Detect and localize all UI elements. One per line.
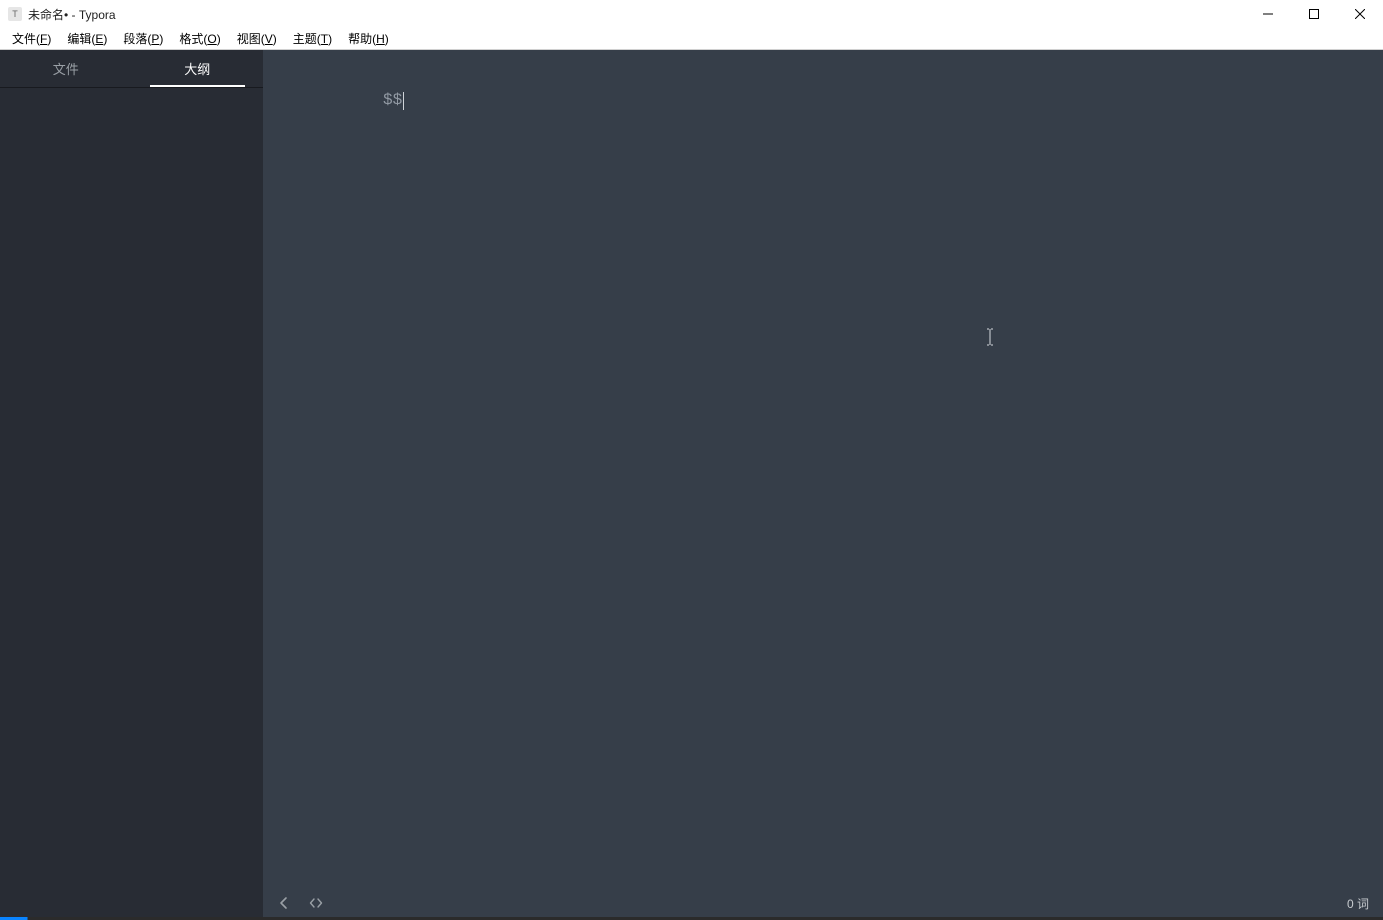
- editor-content: $$: [383, 88, 402, 114]
- statusbar: 0 词: [263, 889, 1383, 917]
- back-button[interactable]: [277, 896, 291, 910]
- menubar: 文件(F) 编辑(E) 段落(P) 格式(O) 视图(V) 主题(T) 帮助(H…: [0, 28, 1383, 50]
- text-cursor: [403, 92, 404, 110]
- window-title: 未命名• - Typora: [28, 6, 116, 23]
- source-code-toggle[interactable]: [309, 896, 323, 910]
- word-count[interactable]: 0 词: [1347, 895, 1369, 912]
- window-controls: [1245, 0, 1383, 28]
- menu-theme[interactable]: 主题(T): [285, 28, 340, 49]
- sidebar-tab-label: 大纲: [184, 59, 210, 78]
- editor-wrap: $$ 0 词: [263, 50, 1383, 917]
- sidebar-tab-label: 文件: [53, 59, 79, 78]
- minimize-button[interactable]: [1245, 0, 1291, 28]
- menu-paragraph[interactable]: 段落(P): [115, 28, 171, 49]
- window-titlebar: T 未命名• - Typora: [0, 0, 1383, 28]
- status-left: [277, 896, 323, 910]
- menu-view[interactable]: 视图(V): [229, 28, 285, 49]
- app-icon: T: [8, 7, 22, 21]
- editor-line[interactable]: $$: [383, 88, 1263, 114]
- menu-edit[interactable]: 编辑(E): [59, 28, 115, 49]
- close-button[interactable]: [1337, 0, 1383, 28]
- menu-format[interactable]: 格式(O): [171, 28, 228, 49]
- menu-file[interactable]: 文件(F): [4, 28, 59, 49]
- sidebar-tab-files[interactable]: 文件: [0, 50, 132, 87]
- maximize-button[interactable]: [1291, 0, 1337, 28]
- main-split: 文件 大纲 $$: [0, 50, 1383, 917]
- editor-area[interactable]: $$: [263, 50, 1383, 889]
- menu-help[interactable]: 帮助(H): [340, 28, 397, 49]
- sidebar: 文件 大纲: [0, 50, 263, 917]
- sidebar-tabs: 文件 大纲: [0, 50, 263, 88]
- sidebar-tab-outline[interactable]: 大纲: [132, 50, 264, 87]
- outline-panel: [0, 88, 263, 917]
